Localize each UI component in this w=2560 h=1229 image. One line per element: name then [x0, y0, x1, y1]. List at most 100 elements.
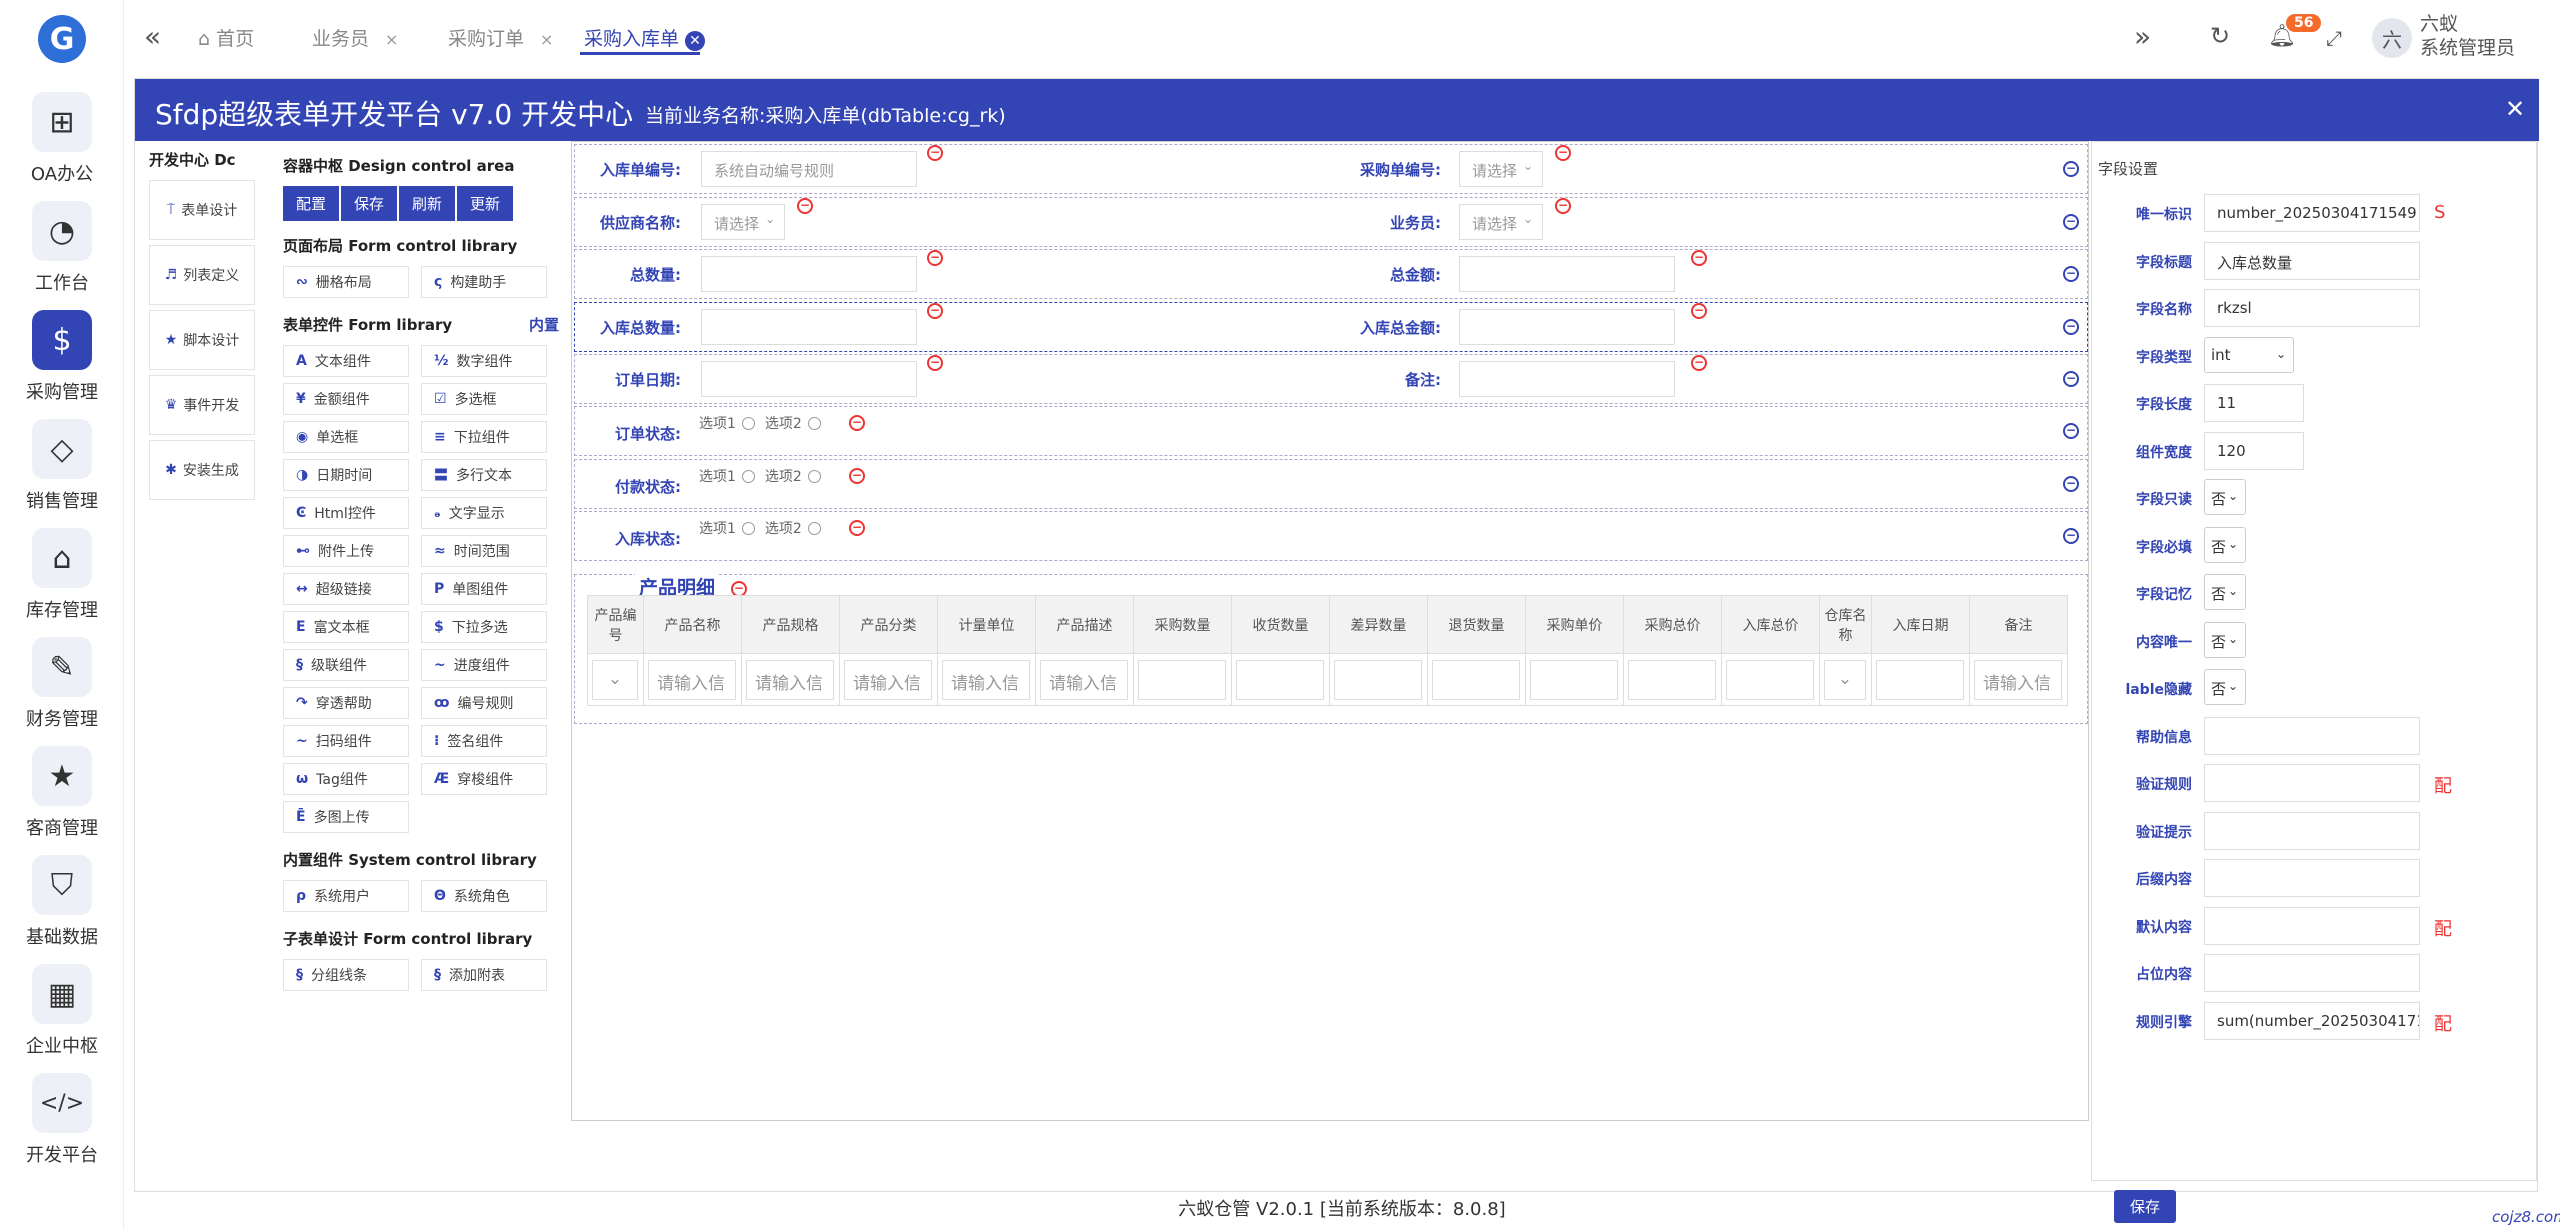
delete-icon[interactable]: − — [797, 197, 813, 214]
close-icon[interactable]: ✕ — [685, 31, 706, 51]
delete-icon[interactable]: − — [1691, 355, 1707, 371]
component-item[interactable]: ⊷ 附件上传 — [283, 535, 409, 567]
collapse-icon[interactable]: − — [2063, 318, 2079, 335]
refresh-button[interactable]: 刷新 — [399, 186, 456, 221]
component-item[interactable]: § 添加附表 — [421, 959, 547, 991]
component-item[interactable]: 〓多行文本 — [421, 459, 547, 491]
component-item[interactable]: ◑ 日期时间 — [283, 459, 409, 491]
component-item[interactable]: ↷ 穿透帮助 — [283, 687, 409, 719]
delete-icon[interactable]: − — [927, 302, 943, 319]
table-input[interactable] — [1628, 659, 1716, 700]
delete-icon[interactable]: − — [849, 520, 865, 536]
collapse-icon[interactable]: − — [2063, 161, 2079, 177]
field-input[interactable] — [1459, 308, 1675, 345]
field-input[interactable] — [1459, 256, 1675, 292]
tab-purchase-inbound[interactable]: 采购入库单 ✕ — [584, 24, 706, 51]
close-icon[interactable]: ✕ — [2505, 95, 2525, 123]
field-setting-input[interactable]: 入库总数量 — [2204, 241, 2420, 280]
expand-right-icon[interactable]: » — [2134, 20, 2151, 53]
field-setting-input[interactable] — [2204, 859, 2420, 897]
radio-button[interactable] — [807, 417, 821, 430]
table-input[interactable]: 请输入信 — [942, 659, 1030, 700]
field-input[interactable]: 系统自动编号规则 — [701, 151, 917, 187]
collapse-icon[interactable]: − — [2063, 371, 2079, 387]
dev-menu-item-1[interactable]: ♬ 列表定义 — [149, 245, 255, 305]
field-setting-input[interactable] — [2204, 716, 2420, 755]
field-setting-input[interactable]: 11 — [2204, 384, 2304, 422]
table-input[interactable]: 请输入信 — [1040, 659, 1128, 700]
component-item[interactable]: ½ 数字组件 — [421, 345, 547, 377]
field-setting-config-link[interactable]: 配 — [2434, 772, 2452, 798]
user-info[interactable]: 六蚁 系统管理员 — [2420, 12, 2515, 60]
component-item[interactable]: $ 下拉多选 — [421, 611, 547, 643]
component-item[interactable]: Θ 系统角色 — [421, 880, 547, 912]
field-input[interactable] — [701, 256, 917, 292]
table-input[interactable] — [1876, 659, 1964, 700]
sidebar-item-6[interactable]: ★ 客商管理 — [0, 746, 124, 855]
component-item[interactable]: ¥ 金额组件 — [283, 383, 409, 415]
inner-link[interactable]: 内置 — [529, 314, 559, 335]
table-input[interactable] — [1432, 659, 1520, 700]
component-item[interactable]: E 富文本框 — [283, 611, 409, 643]
collapse-left-icon[interactable]: « — [144, 20, 161, 53]
field-setting-config-link[interactable]: 配 — [2434, 1010, 2452, 1036]
field-setting-input[interactable] — [2204, 764, 2420, 802]
delete-icon[interactable]: − — [849, 415, 865, 431]
config-button[interactable]: 配置 — [283, 186, 340, 221]
component-item[interactable]: ↔ 超级链接 — [283, 573, 409, 605]
delete-icon[interactable]: − — [1555, 197, 1571, 214]
component-item[interactable]: ◉ 单选框 — [283, 421, 409, 453]
sidebar-item-7[interactable]: ⛉ 基础数据 — [0, 855, 124, 964]
dev-menu-item-4[interactable]: ✱ 安装生成 — [149, 440, 255, 500]
collapse-icon[interactable]: − — [2063, 213, 2079, 230]
sidebar-item-9[interactable]: </> 开发平台 — [0, 1073, 124, 1182]
delete-icon[interactable]: − — [1691, 302, 1707, 319]
component-item[interactable]: ρ 系统用户 — [283, 880, 409, 912]
component-item[interactable]: ~ 扫码组件 — [283, 725, 409, 757]
field-input[interactable] — [701, 308, 917, 345]
sidebar-item-2[interactable]: $ 采购管理 — [0, 310, 124, 419]
table-input[interactable]: 请输入信 — [746, 659, 834, 700]
tab-salesman[interactable]: 业务员 × — [312, 24, 398, 51]
field-setting-input[interactable]: sum(number_20250304171 — [2204, 1001, 2420, 1040]
dev-menu-item-0[interactable]: ⍑ 表单设计 — [149, 180, 255, 240]
delete-icon[interactable]: − — [849, 467, 865, 484]
table-input[interactable] — [1530, 659, 1618, 700]
dev-menu-item-2[interactable]: ★ 脚本设计 — [149, 310, 255, 370]
table-input[interactable] — [1334, 659, 1422, 700]
table-input[interactable] — [1138, 659, 1226, 700]
collapse-icon[interactable]: − — [2063, 423, 2079, 439]
component-item[interactable]: ∾ 栅格布局 — [283, 266, 409, 298]
field-setting-select[interactable]: 否 — [2204, 574, 2246, 610]
component-item[interactable]: ~ 进度组件 — [421, 649, 547, 681]
field-setting-config-link[interactable]: S — [2434, 202, 2445, 223]
radio-button[interactable] — [741, 469, 755, 483]
table-select[interactable]: ⌄ — [1824, 659, 1866, 700]
close-icon[interactable]: × — [385, 30, 398, 49]
tab-purchase-order[interactable]: 采购订单 × — [448, 24, 553, 51]
component-item[interactable]: ⁝ 签名组件 — [421, 725, 547, 757]
field-setting-input[interactable] — [2204, 811, 2420, 850]
save-config-button[interactable]: 保存 — [341, 186, 398, 221]
delete-icon[interactable]: − — [1555, 145, 1571, 161]
radio-button[interactable] — [807, 522, 821, 535]
update-button[interactable]: 更新 — [457, 186, 514, 221]
component-item[interactable]: ≡ 下拉组件 — [421, 421, 547, 453]
table-input[interactable]: 请输入信 — [844, 659, 932, 700]
field-setting-select[interactable]: 否 — [2204, 479, 2246, 515]
component-item[interactable]: § 分组线条 — [283, 959, 409, 991]
field-setting-config-link[interactable]: 配 — [2434, 915, 2452, 941]
delete-icon[interactable]: − — [1691, 250, 1707, 266]
remark-textarea[interactable] — [1459, 361, 1675, 397]
collapse-icon[interactable]: − — [2063, 475, 2079, 492]
radio-button[interactable] — [807, 469, 821, 483]
avatar[interactable]: 六 — [2372, 18, 2412, 58]
component-item[interactable]: A 文本组件 — [283, 345, 409, 377]
component-item[interactable]: Ē 多图上传 — [283, 801, 409, 833]
component-item[interactable]: ≈ 时间范围 — [421, 535, 547, 567]
component-item[interactable]: ☑ 多选框 — [421, 383, 547, 415]
sidebar-item-4[interactable]: ⌂ 库存管理 — [0, 528, 124, 637]
table-input[interactable]: 请输入信 — [1974, 659, 2062, 700]
sidebar-item-1[interactable]: ◔ 工作台 — [0, 201, 124, 310]
tab-home[interactable]: ⌂ 首页 — [198, 24, 254, 51]
